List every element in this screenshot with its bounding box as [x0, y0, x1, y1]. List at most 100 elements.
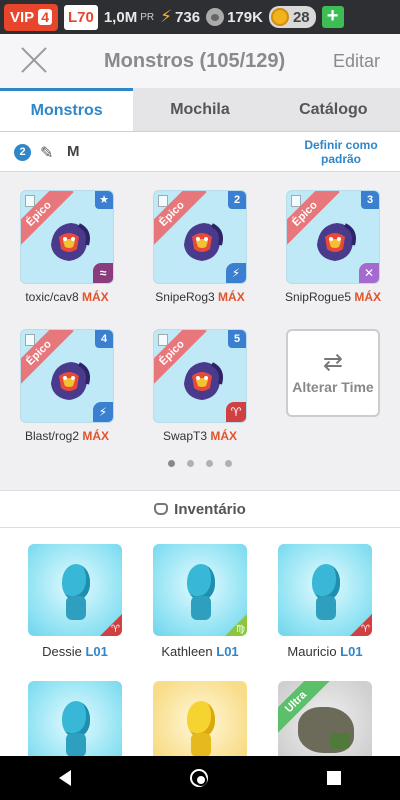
inventory-item-card[interactable]: ♈ Mauricio L01: [278, 544, 372, 659]
vip-label: VIP: [10, 8, 35, 26]
monster-name-label: SwapT3 MÁX: [140, 429, 260, 443]
inventory-item-tile[interactable]: ♈: [28, 544, 122, 636]
monster-tile[interactable]: Épico 4 ⚡: [20, 329, 114, 423]
food-icon: [206, 8, 225, 26]
inventory-item-name: Kathleen: [161, 644, 213, 659]
team-monster-card[interactable]: Épico 4 ⚡ Blast/rog2 MÁX: [20, 329, 114, 443]
page-dot[interactable]: [187, 460, 194, 467]
vip-badge[interactable]: VIP 4: [4, 3, 58, 31]
page-dot[interactable]: [168, 460, 175, 467]
inventory-item-card[interactable]: Ultra: [278, 681, 372, 756]
monster-tile[interactable]: Épico 3 ✕: [286, 190, 380, 284]
inventory-item-tile[interactable]: Ultra: [278, 681, 372, 756]
team-filter-row: 2 ✎ M Definir como padrão: [0, 132, 400, 172]
back-icon[interactable]: [59, 770, 72, 786]
monster-tile[interactable]: Épico ★ ≈: [20, 190, 114, 284]
coin-icon: [270, 8, 289, 26]
swap-arrows-icon: ⇄: [322, 348, 344, 376]
energy-value: 736: [175, 8, 201, 26]
document-icon: [158, 334, 168, 346]
player-level-badge: L70: [63, 4, 98, 30]
team-size-label: M: [67, 143, 80, 160]
monster-egg-icon: [187, 564, 215, 600]
monster-egg-icon: [187, 701, 215, 737]
lightning-icon: ⚡: [160, 7, 173, 26]
page-indicator: [0, 460, 400, 467]
monster-name: SnipRogue5: [284, 290, 352, 304]
coins-stat[interactable]: 28: [268, 6, 316, 28]
inventory-item-card[interactable]: ♍ Kathleen L01: [153, 544, 247, 659]
monster-name: toxic/cav8: [25, 290, 79, 304]
vip-level: 4: [38, 9, 52, 25]
tab-monstros[interactable]: Monstros: [0, 88, 134, 131]
monster-portrait: [51, 223, 90, 261]
inventory-item-tile[interactable]: ♈: [278, 544, 372, 636]
inventory-item-tile[interactable]: ♍: [153, 544, 247, 636]
monster-tile[interactable]: Épico 5 ♈: [153, 329, 247, 423]
inventory-item-level: L01: [85, 644, 108, 659]
tab-catalogo[interactable]: Catálogo: [266, 88, 400, 131]
change-team-button[interactable]: ⇄ Alterar Time: [286, 329, 380, 417]
monster-portrait: [184, 362, 223, 400]
tab-mochila[interactable]: Mochila: [133, 88, 267, 131]
team-monster-card[interactable]: Épico 2 ⚡ SnipeRog3 MÁX: [153, 190, 247, 304]
edit-button[interactable]: Editar: [333, 51, 380, 72]
tab-bar: Monstros Mochila Catálogo: [0, 88, 400, 132]
inventory-item-tile[interactable]: [153, 681, 247, 756]
element-glyph: ♈: [361, 624, 370, 635]
cat-icon: [154, 503, 169, 515]
food-stat[interactable]: 179K: [206, 8, 263, 26]
slot-badge: 2: [228, 191, 246, 209]
monster-portrait: [51, 362, 90, 400]
inventory-item-label: Kathleen L01: [153, 644, 247, 659]
energy-stat[interactable]: ⚡ 736: [160, 7, 200, 27]
max-level-tag: MÁX: [218, 290, 245, 304]
team-monster-card[interactable]: Épico 3 ✕ SnipRogue5 MÁX: [285, 190, 381, 304]
page-header: Monstros (105/129) Editar: [0, 34, 400, 88]
monster-name-label: SnipRogue5 MÁX: [273, 290, 393, 304]
inventory-item-name: Mauricio: [287, 644, 337, 659]
team-count-badge: 2: [14, 144, 31, 161]
slot-badge: 5: [228, 330, 246, 348]
team-panel: Épico ★ ≈ toxic/cav8 MÁX Épico 2 ⚡ SnipeRog3 MÁ…: [0, 172, 400, 488]
document-icon: [25, 195, 35, 207]
inventory-title: Inventário: [174, 500, 246, 518]
max-level-tag: MÁX: [82, 429, 110, 443]
status-bar: VIP 4 L70 1,0M PR ⚡ 736 179K 28 +: [0, 0, 400, 34]
monster-body-icon: [66, 733, 86, 756]
pencil-icon[interactable]: ✎: [40, 143, 53, 163]
power-suffix: PR: [140, 11, 155, 23]
rock-monster-face: [330, 733, 350, 749]
inventory-item-label: Mauricio L01: [278, 644, 372, 659]
inventory-item-card[interactable]: ♈ Dessie L01: [28, 544, 122, 659]
inventory-item-card[interactable]: [28, 681, 122, 756]
team-monster-card[interactable]: Épico ★ ≈ toxic/cav8 MÁX: [20, 190, 114, 304]
inventory-item-tile[interactable]: [28, 681, 122, 756]
page-title: Monstros (105/129): [104, 50, 286, 72]
coins-value: 28: [292, 8, 310, 26]
monster-body-icon: [316, 596, 336, 620]
monster-name: SwapT3: [162, 429, 207, 443]
slot-badge: ★: [95, 191, 113, 209]
slot-badge: 4: [95, 330, 113, 348]
recent-apps-icon[interactable]: [326, 771, 341, 785]
set-default-link[interactable]: Definir como padrão: [298, 138, 384, 166]
close-icon[interactable]: [20, 46, 48, 74]
document-icon: [291, 195, 301, 207]
element-badge: ⚡: [226, 263, 246, 283]
page-dot[interactable]: [225, 460, 232, 467]
power-value: 1,0M: [103, 8, 138, 26]
team-monster-card[interactable]: Épico 5 ♈ SwapT3 MÁX: [153, 329, 247, 443]
inventory-item-card[interactable]: [153, 681, 247, 756]
page-dot[interactable]: [206, 460, 213, 467]
inventory-header: Inventário: [0, 490, 400, 528]
power-stat: 1,0M PR: [104, 9, 154, 26]
inventory-item-level: L01: [340, 644, 363, 659]
monster-body-icon: [66, 596, 86, 620]
monster-name-label: SnipeRog3 MÁX: [140, 290, 260, 304]
buy-coins-button[interactable]: +: [321, 6, 344, 28]
monster-portrait: [184, 223, 223, 261]
inventory-item-label: Dessie L01: [28, 644, 122, 659]
home-icon[interactable]: [189, 769, 208, 787]
monster-tile[interactable]: Épico 2 ⚡: [153, 190, 247, 284]
